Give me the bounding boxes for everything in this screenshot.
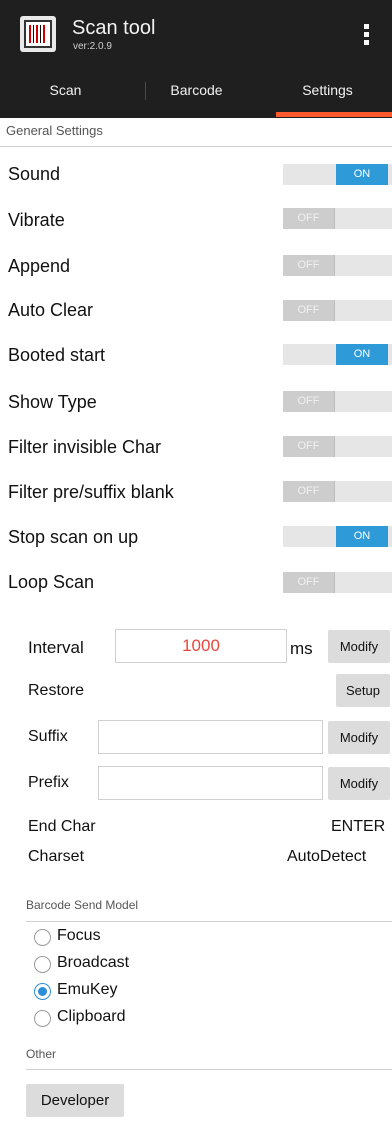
- send-model-header: Barcode Send Model: [26, 898, 139, 912]
- toggle-state: OFF: [283, 481, 335, 502]
- show-type-label: Show Type: [8, 392, 97, 412]
- section-divider: [26, 1069, 392, 1070]
- section-divider: [0, 146, 392, 147]
- prefix-modify-button[interactable]: Modify: [328, 767, 390, 800]
- general-settings-header: General Settings: [6, 123, 103, 138]
- charset-label: Charset: [28, 848, 85, 865]
- append-toggle[interactable]: OFF: [283, 255, 392, 276]
- loop-scan-toggle[interactable]: OFF: [283, 572, 392, 593]
- radio-unchecked-icon: [34, 1010, 51, 1027]
- append-label: Append: [8, 256, 71, 276]
- end-char-label: End Char: [28, 818, 96, 835]
- radio-unchecked-icon: [34, 929, 51, 946]
- sound-toggle[interactable]: ON: [283, 164, 392, 185]
- stop-scan-on-up-toggle[interactable]: ON: [283, 526, 392, 547]
- stop-scan-on-up-label: Stop scan on up: [8, 527, 139, 547]
- charset-value[interactable]: AutoDetect: [287, 848, 366, 866]
- restore-label: Restore: [28, 682, 85, 699]
- toggle-state: OFF: [283, 255, 335, 276]
- tab-scan[interactable]: Scan: [0, 62, 131, 118]
- auto-clear-label: Auto Clear: [8, 300, 94, 320]
- suffix-field[interactable]: [98, 720, 323, 754]
- tab-barcode[interactable]: Barcode: [131, 62, 262, 118]
- radio-label: Focus: [57, 927, 101, 944]
- barcode-app-icon: [20, 16, 56, 52]
- toggle-state: OFF: [283, 436, 335, 457]
- toggle-state: ON: [336, 344, 388, 365]
- radio-unchecked-icon: [34, 956, 51, 973]
- interval-input[interactable]: [116, 630, 286, 662]
- toggle-state: OFF: [283, 208, 335, 229]
- filter-invisible-char-label: Filter invisible Char: [8, 437, 162, 457]
- filter-suffix-blank-label: Filter pre/suffix blank: [8, 482, 174, 502]
- developer-button[interactable]: Developer: [26, 1084, 124, 1117]
- radio-label: EmuKey: [57, 981, 118, 998]
- end-char-value[interactable]: ENTER: [331, 818, 385, 836]
- app-title-bar: Scan tool ver:2.0.9: [0, 0, 392, 62]
- app-title: Scan tool: [72, 17, 156, 39]
- tab-bar: Scan Barcode Settings: [0, 62, 392, 118]
- filter-suffix-blank-toggle[interactable]: OFF: [283, 481, 392, 502]
- active-tab-indicator: [276, 112, 392, 117]
- radio-label: Clipboard: [57, 1008, 126, 1025]
- prefix-field[interactable]: [98, 766, 323, 800]
- radio-checked-icon: [34, 983, 51, 1000]
- radio-label: Broadcast: [57, 954, 130, 971]
- prefix-label: Prefix: [28, 774, 69, 791]
- more-vert-icon[interactable]: [362, 24, 370, 46]
- section-divider: [26, 921, 392, 922]
- vibrate-toggle[interactable]: OFF: [283, 208, 392, 229]
- booted-start-label: Booted start: [8, 345, 106, 365]
- interval-unit: ms: [290, 639, 313, 658]
- restore-setup-button[interactable]: Setup: [336, 674, 390, 707]
- app-version: ver:2.0.9: [73, 41, 112, 52]
- toggle-state: OFF: [283, 391, 335, 412]
- suffix-input[interactable]: [99, 721, 322, 753]
- interval-modify-button[interactable]: Modify: [328, 630, 390, 663]
- booted-start-toggle[interactable]: ON: [283, 344, 392, 365]
- suffix-label: Suffix: [28, 728, 68, 745]
- tab-settings[interactable]: Settings: [262, 62, 392, 118]
- toggle-state: ON: [336, 164, 388, 185]
- prefix-input[interactable]: [99, 767, 322, 799]
- suffix-modify-button[interactable]: Modify: [328, 721, 390, 754]
- other-header: Other: [26, 1047, 57, 1061]
- auto-clear-toggle[interactable]: OFF: [283, 300, 392, 321]
- sound-label: Sound: [8, 164, 61, 184]
- vibrate-label: Vibrate: [8, 210, 65, 230]
- toggle-state: ON: [336, 526, 388, 547]
- interval-field[interactable]: [115, 629, 287, 663]
- toggle-state: OFF: [283, 300, 335, 321]
- loop-scan-label: Loop Scan: [8, 572, 95, 592]
- show-type-toggle[interactable]: OFF: [283, 391, 392, 412]
- filter-invisible-char-toggle[interactable]: OFF: [283, 436, 392, 457]
- toggle-state: OFF: [283, 572, 335, 593]
- interval-label: Interval: [28, 638, 84, 657]
